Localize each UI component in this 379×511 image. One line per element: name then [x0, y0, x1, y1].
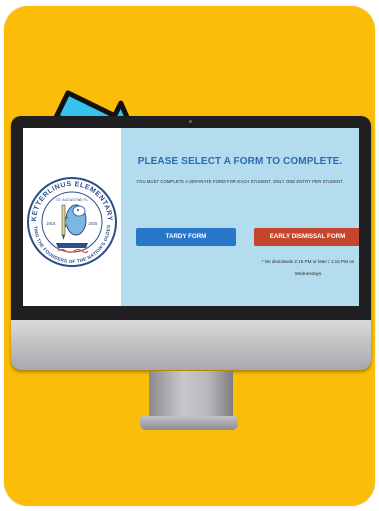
monitor-chin	[11, 320, 371, 370]
svg-text:ST. AUGUSTINE FL: ST. AUGUSTINE FL	[56, 198, 87, 202]
early-dismissal-form-button[interactable]: EARLY DISMISSAL FORM	[254, 228, 359, 246]
webcam	[189, 120, 192, 123]
screen: KETTERLINUS ELEMENTARY EDUCATING THE FOU…	[23, 128, 359, 306]
logo-panel: KETTERLINUS ELEMENTARY EDUCATING THE FOU…	[23, 128, 121, 306]
instructions-text: YOU MUST COMPLETE A SEPARATE FORM FOR EA…	[136, 179, 344, 184]
page-title: PLEASE SELECT A FORM TO COMPLETE.	[137, 156, 343, 167]
svg-text:1925: 1925	[88, 221, 98, 226]
monitor-stand-base	[140, 416, 238, 430]
tardy-form-button[interactable]: TARDY FORM	[136, 228, 236, 246]
svg-text:1918: 1918	[46, 221, 56, 226]
note-line-2: Wednesdays	[294, 271, 322, 276]
monitor: KETTERLINUS ELEMENTARY EDUCATING THE FOU…	[11, 116, 371, 370]
school-seal-logo: KETTERLINUS ELEMENTARY EDUCATING THE FOU…	[26, 147, 117, 267]
monitor-stand-neck	[149, 371, 233, 417]
dismissal-note: * No dismissals 2:15 PM or later / 1:15 …	[255, 256, 359, 280]
note-line-1: * No dismissals 2:15 PM or later / 1:15 …	[261, 259, 355, 264]
